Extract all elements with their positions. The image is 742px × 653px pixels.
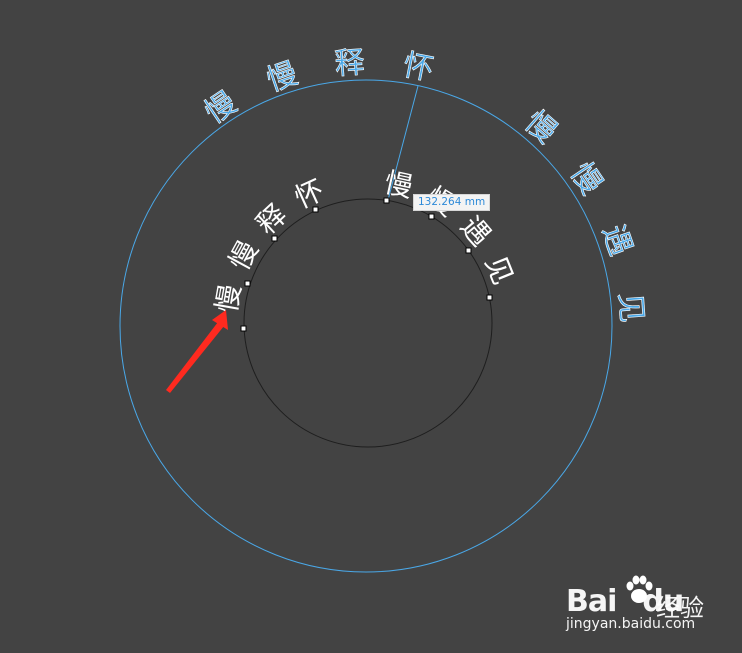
inner-glyph-8: 见 — [479, 251, 520, 289]
baidu-watermark: Bai du 经验 jingyan.baidu.com — [566, 572, 736, 642]
outer-text-path[interactable] — [119, 79, 613, 573]
outer-glyph-5: 慢 — [518, 104, 564, 150]
inner-text-on-path[interactable]: 慢慢释怀慢慢遇见 — [210, 166, 520, 315]
inner-glyph-0: 慢 — [210, 282, 247, 315]
design-canvas[interactable]: 慢慢释怀慢慢遇见 慢慢释怀慢慢遇见 — [0, 0, 742, 653]
outer-glyph-2: 释 — [333, 45, 365, 82]
handle — [240, 325, 247, 332]
inner-glyph-5: 慢 — [381, 166, 415, 204]
measure-label: 132.264 mm — [413, 194, 491, 211]
inner-glyph-2: 释 — [250, 198, 293, 241]
outer-glyph-3: 怀 — [400, 48, 436, 88]
outer-glyph-1: 慢 — [262, 56, 302, 99]
inner-glyph-1: 慢 — [222, 235, 264, 275]
watermark-url: jingyan.baidu.com — [566, 616, 696, 632]
inner-glyph-7: 遇 — [454, 210, 497, 253]
inner-text-path[interactable] — [243, 198, 493, 448]
handle — [486, 294, 493, 301]
handle — [244, 280, 251, 287]
inner-glyph-3: 怀 — [290, 173, 329, 215]
outer-glyph-6: 慢 — [563, 157, 609, 201]
outer-glyph-8: 见 — [612, 291, 649, 323]
red-arrow-annotation — [166, 310, 228, 393]
outer-glyph-0: 慢 — [199, 85, 243, 131]
